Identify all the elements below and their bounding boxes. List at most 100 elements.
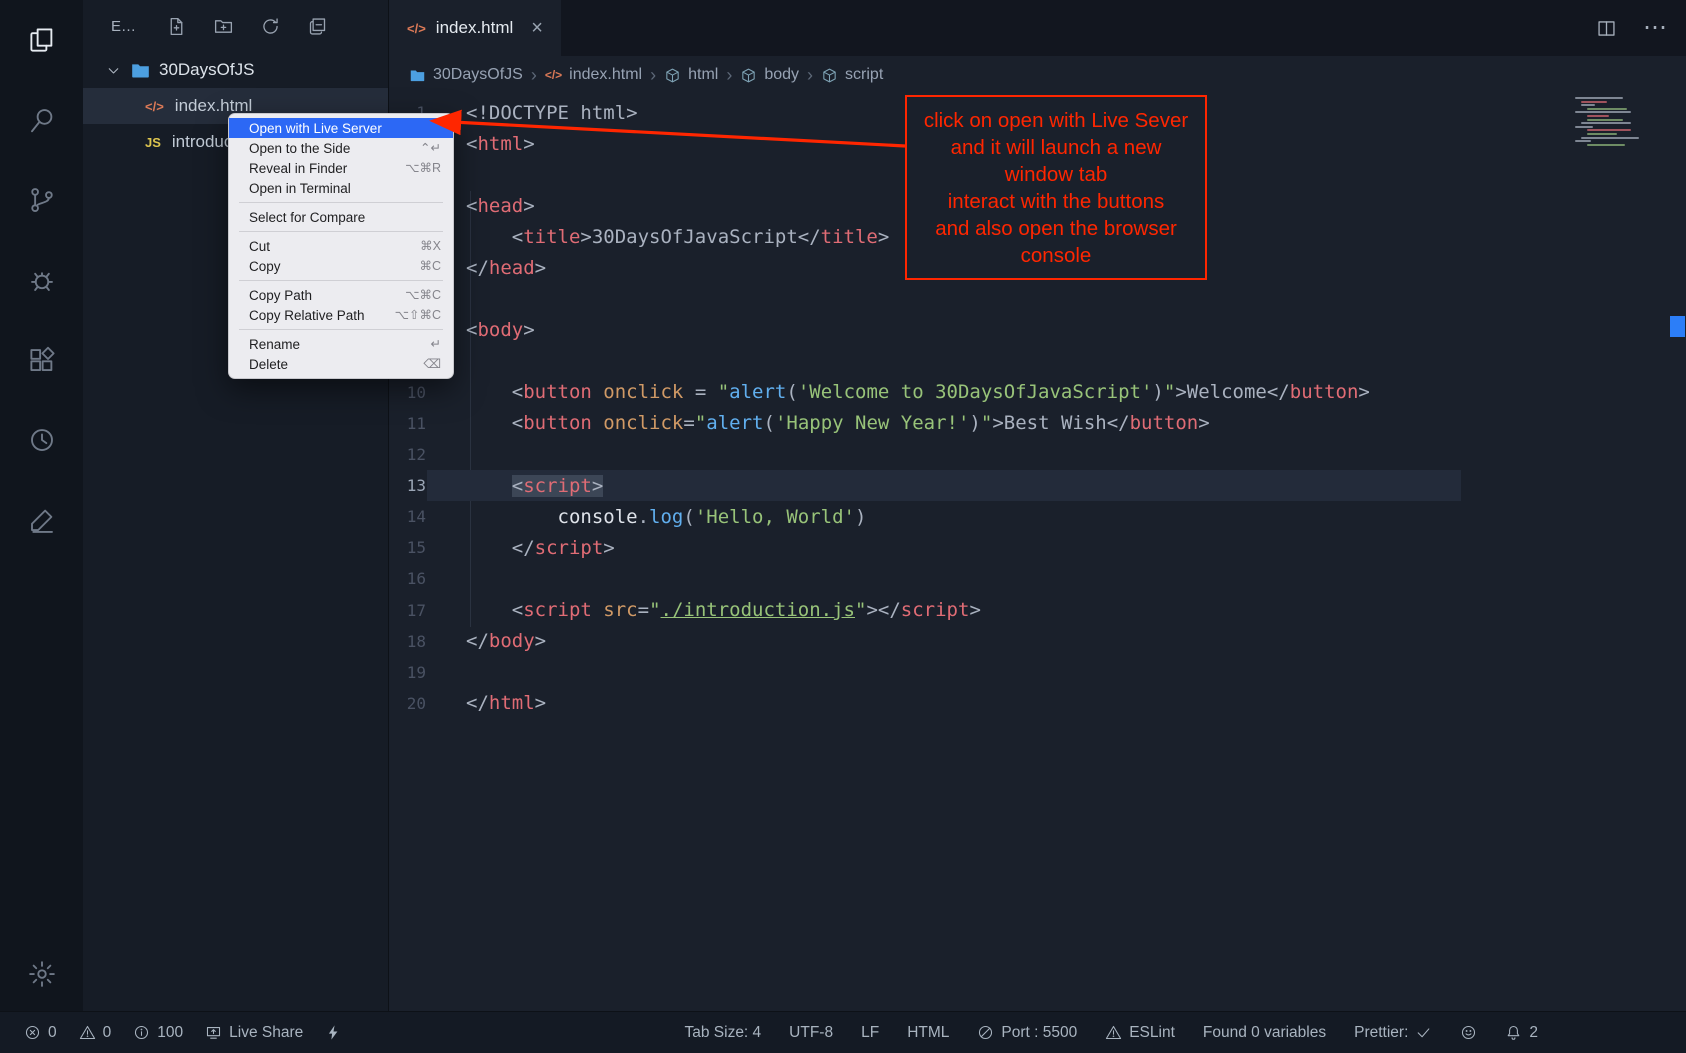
activity-bar: [0, 0, 83, 1011]
status-metrics[interactable]: 100: [133, 1024, 183, 1042]
minimap-line: [1587, 119, 1623, 121]
breadcrumb-script[interactable]: script: [821, 66, 883, 84]
status-errors[interactable]: 0: [24, 1024, 57, 1042]
search-icon[interactable]: [0, 80, 83, 160]
folder-row-30daysofjs[interactable]: 30DaysOfJS: [83, 52, 388, 88]
more-actions-icon[interactable]: ⋯: [1643, 16, 1668, 40]
code-text: </body>: [426, 630, 546, 652]
explorer-icon[interactable]: [0, 0, 83, 80]
source-control-icon[interactable]: [0, 160, 83, 240]
status-warnings[interactable]: 0: [79, 1024, 112, 1042]
status-label: Port : 5500: [1001, 1024, 1077, 1042]
breadcrumb-index-html[interactable]: </>index.html: [545, 66, 642, 84]
settings-icon[interactable]: [0, 937, 83, 1011]
minimap-line: [1575, 140, 1591, 142]
line-number: 19: [389, 663, 426, 682]
circle-slash-icon: [977, 1024, 994, 1041]
code-line-10: 10 <button onclick = "alert('Welcome to …: [389, 377, 1686, 408]
status-encoding[interactable]: UTF-8: [789, 1024, 833, 1042]
feedback-icon[interactable]: [0, 480, 83, 560]
menu-item-shortcut: ⌥⇧⌘C: [395, 307, 441, 324]
code-line-19: 19: [389, 657, 1686, 688]
status-label: 100: [157, 1024, 183, 1042]
status-eol[interactable]: LF: [861, 1024, 879, 1042]
warning-icon: [1105, 1024, 1122, 1041]
status-tab-size[interactable]: Tab Size: 4: [684, 1024, 761, 1042]
menu-item-shortcut: ⌘C: [419, 258, 441, 275]
info-icon: [133, 1024, 150, 1041]
menu-item-label: Open with Live Server: [249, 120, 382, 137]
minimap-line: [1581, 137, 1639, 139]
code-line-17: 17 <script src="./introduction.js"></scr…: [389, 595, 1686, 626]
status-prettier[interactable]: Prettier:: [1354, 1024, 1432, 1042]
menu-item-open-with-live-server[interactable]: Open with Live Server: [229, 118, 453, 138]
minimap[interactable]: [1575, 97, 1659, 147]
new-folder-icon[interactable]: [213, 16, 234, 37]
line-number: 14: [389, 507, 426, 526]
breadcrumb-30daysofjs[interactable]: 30DaysOfJS: [409, 66, 523, 84]
bell-icon: [1505, 1024, 1522, 1041]
menu-item-rename[interactable]: Rename↵: [229, 334, 453, 354]
status-language-mode[interactable]: HTML: [907, 1024, 949, 1042]
menu-item-reveal-in-finder[interactable]: Reveal in Finder⌥⌘R: [229, 158, 453, 178]
breadcrumb-body[interactable]: body: [740, 66, 799, 84]
status-label: LF: [861, 1024, 879, 1042]
menu-item-copy-relative-path[interactable]: Copy Relative Path⌥⇧⌘C: [229, 305, 453, 325]
menu-item-label: Rename: [249, 336, 300, 353]
status-bar: 0 0 100 Live Share Tab Size: 4 UTF-8 LF HTML Po…: [0, 1011, 1686, 1053]
collapse-all-icon[interactable]: [307, 16, 328, 37]
status-live-server-port[interactable]: Port : 5500: [977, 1024, 1077, 1042]
smiley-icon: [1460, 1024, 1477, 1041]
code-text: <button onclick="alert('Happy New Year!'…: [426, 412, 1210, 434]
code-text: <title>30DaysOfJavaScript</title>: [426, 226, 889, 248]
activity-top-icons: [0, 0, 83, 560]
menu-item-label: Delete: [249, 356, 288, 373]
warning-icon: [79, 1024, 96, 1041]
breadcrumbs: 30DaysOfJS›</>index.html›html›body›scrip…: [389, 56, 1686, 94]
annotation-text: window tab: [1005, 161, 1108, 188]
status-eslint[interactable]: ESLint: [1105, 1024, 1175, 1042]
history-icon[interactable]: [0, 400, 83, 480]
scrollbar-marker: [1670, 316, 1685, 337]
extensions-icon[interactable]: [0, 320, 83, 400]
run-debug-icon[interactable]: [0, 240, 83, 320]
minimap-line: [1581, 122, 1631, 124]
code-line-12: 12: [389, 439, 1686, 470]
menu-item-select-for-compare[interactable]: Select for Compare: [229, 207, 453, 227]
split-editor-icon[interactable]: [1596, 18, 1617, 39]
status-quick-actions[interactable]: [325, 1024, 342, 1041]
menu-item-label: Select for Compare: [249, 209, 365, 226]
code-text: <button onclick = "alert('Welcome to 30D…: [426, 381, 1370, 403]
tab-index-html[interactable]: </> index.html ×: [389, 0, 561, 56]
explorer-header: E…: [83, 0, 388, 52]
error-icon: [24, 1024, 41, 1041]
line-number: 15: [389, 538, 426, 557]
status-live-share[interactable]: Live Share: [205, 1024, 303, 1042]
close-icon[interactable]: ×: [531, 17, 543, 40]
status-feedback-smiley[interactable]: [1460, 1024, 1477, 1041]
menu-item-open-in-terminal[interactable]: Open in Terminal: [229, 178, 453, 198]
code-text: </html>: [426, 692, 546, 714]
html-file-icon: </>: [407, 21, 426, 36]
status-variables[interactable]: Found 0 variables: [1203, 1024, 1326, 1042]
tab-bar: </> index.html × ⋯: [389, 0, 1686, 56]
menu-item-label: Copy Path: [249, 287, 312, 304]
menu-item-copy[interactable]: Copy⌘C: [229, 256, 453, 276]
status-label: ESLint: [1129, 1024, 1175, 1042]
folder-icon: [130, 60, 151, 81]
menu-item-open-to-the-side[interactable]: Open to the Side⌃↵: [229, 138, 453, 158]
breadcrumb-label: html: [688, 66, 718, 84]
status-label: Found 0 variables: [1203, 1024, 1326, 1042]
breadcrumb-html[interactable]: html: [664, 66, 718, 84]
status-notifications[interactable]: 2: [1505, 1024, 1538, 1042]
menu-item-cut[interactable]: Cut⌘X: [229, 236, 453, 256]
menu-item-shortcut: ⌥⌘C: [405, 287, 441, 304]
chevron-right-icon: ›: [807, 65, 813, 86]
menu-item-delete[interactable]: Delete⌫: [229, 354, 453, 374]
symbol-cube-icon: [664, 67, 681, 84]
menu-item-label: Reveal in Finder: [249, 160, 347, 177]
menu-item-copy-path[interactable]: Copy Path ⌥⌘C: [229, 285, 453, 305]
refresh-icon[interactable]: [260, 16, 281, 37]
new-file-icon[interactable]: [166, 16, 187, 37]
menu-separator: [239, 231, 443, 232]
